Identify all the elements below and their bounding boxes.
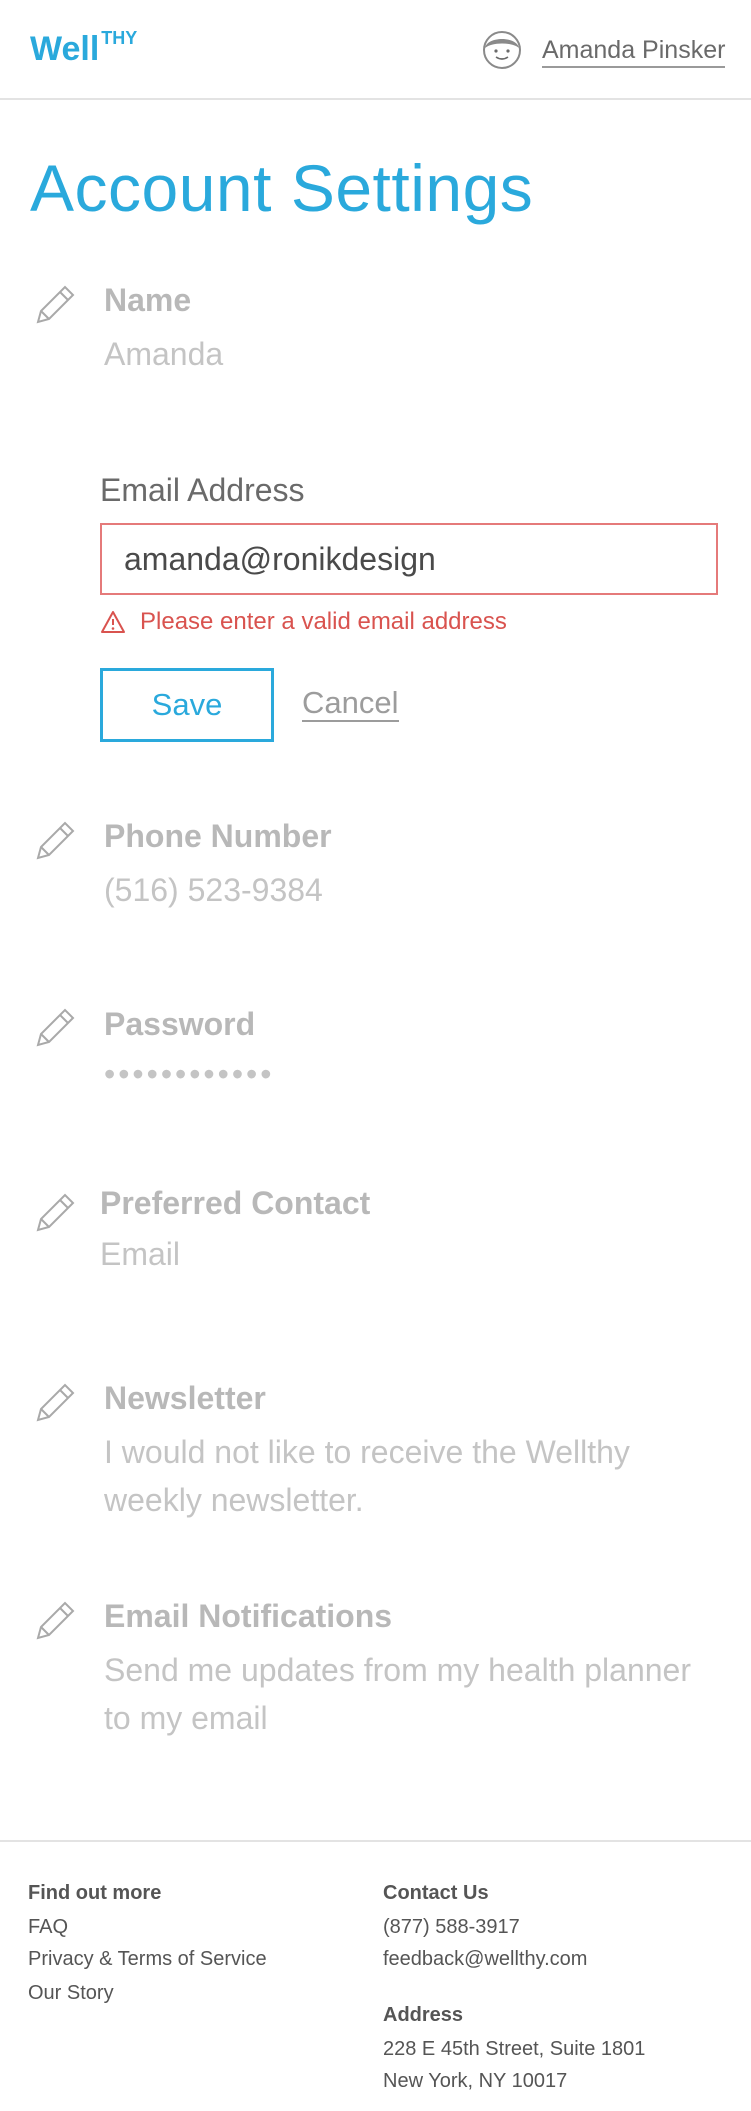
page-title: Account Settings	[30, 151, 534, 225]
footer-address-line2: New York, NY 10017	[383, 2070, 568, 2092]
name-value: Amanda	[104, 336, 224, 372]
phone-label: Phone Number	[104, 818, 332, 854]
logo-sup: THY	[101, 27, 138, 48]
user-name-link[interactable]: Amanda Pinsker	[542, 36, 726, 68]
footer: Find out more FAQ Privacy & Terms of Ser…	[0, 1840, 751, 2111]
footer-contact-email[interactable]: feedback@wellthy.com	[383, 1948, 587, 1971]
footer-contact-phone[interactable]: (877) 588-3917	[383, 1916, 520, 1939]
top-header: Well THY Amanda Pinsker	[0, 0, 751, 100]
pencil-icon[interactable]	[32, 1190, 78, 1236]
newsletter-value: I would not like to receive the Wellthy …	[104, 1434, 630, 1518]
cancel-link[interactable]: Cancel	[302, 686, 399, 722]
save-button[interactable]: Save	[100, 668, 274, 742]
pencil-icon[interactable]	[32, 1598, 78, 1644]
warning-icon	[101, 611, 125, 633]
newsletter-label: Newsletter	[104, 1380, 266, 1416]
footer-link-privacy[interactable]: Privacy & Terms of Service	[28, 1948, 267, 1971]
notifications-value: Send me updates from my health planner t…	[104, 1652, 691, 1736]
preferred-contact-value: Email	[100, 1236, 181, 1272]
name-label: Name	[104, 282, 192, 318]
email-input[interactable]: amanda@ronikdesign	[100, 523, 718, 595]
pencil-icon[interactable]	[32, 282, 78, 328]
footer-address-heading: Address	[383, 2004, 464, 2026]
footer-link-faq[interactable]: FAQ	[28, 1916, 68, 1939]
notifications-label: Email Notifications	[104, 1598, 393, 1634]
footer-link-our-story[interactable]: Our Story	[28, 1982, 114, 2005]
phone-value: (516) 523-9384	[104, 872, 323, 908]
account-settings-page: Well THY Amanda Pinsker Account Settings …	[0, 0, 751, 2111]
email-error: Please enter a valid email address	[100, 608, 507, 636]
password-label: Password	[104, 1006, 256, 1042]
avatar-icon[interactable]	[482, 30, 522, 70]
footer-find-out-more-heading: Find out more	[28, 1882, 162, 1904]
logo-main: Well	[30, 30, 100, 68]
footer-contact-heading: Contact Us	[383, 1882, 489, 1904]
email-label: Email Address	[100, 472, 305, 508]
pencil-icon[interactable]	[32, 1380, 78, 1426]
pencil-icon[interactable]	[32, 1005, 78, 1051]
footer-address-line1: 228 E 45th Street, Suite 1801	[383, 2038, 646, 2060]
email-error-text: Please enter a valid email address	[140, 608, 507, 635]
preferred-contact-label: Preferred Contact	[100, 1185, 371, 1221]
pencil-icon[interactable]	[32, 818, 78, 864]
wellthy-logo[interactable]: Well THY	[30, 27, 138, 69]
password-value: ••••••••••••	[104, 1056, 275, 1092]
